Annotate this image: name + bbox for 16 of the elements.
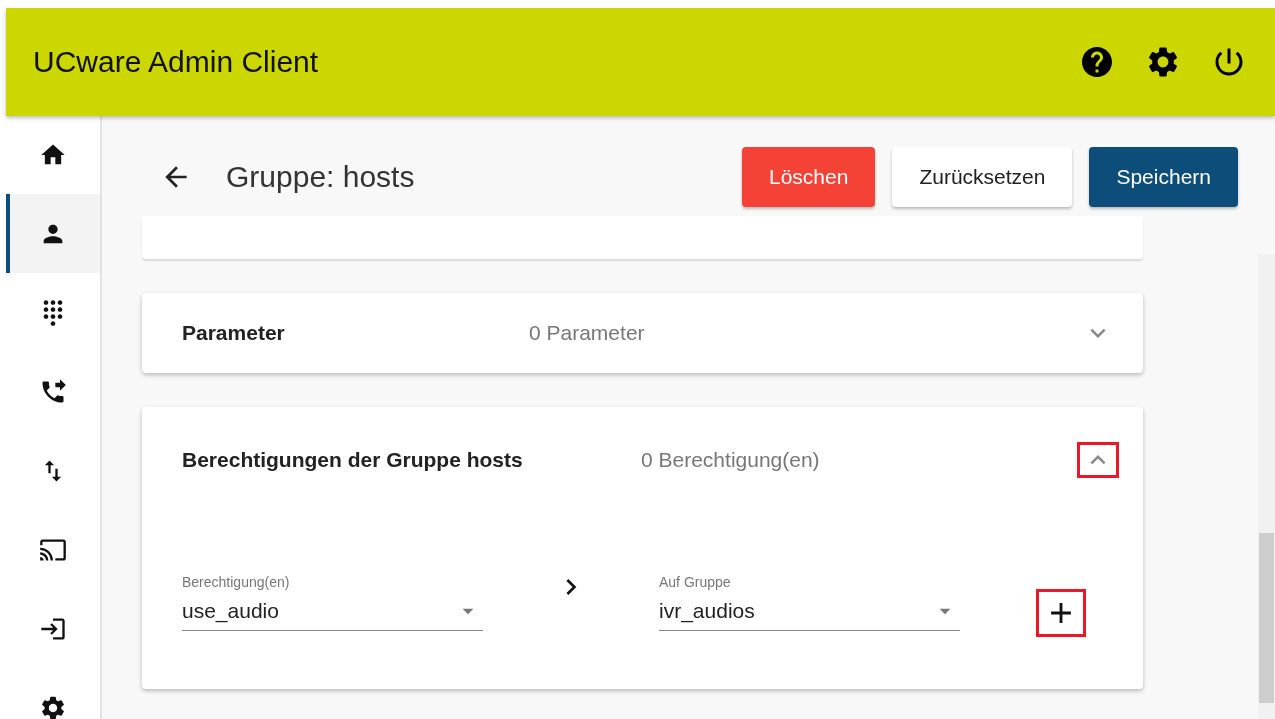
- sidebar-item[interactable]: [6, 194, 100, 273]
- reset-button[interactable]: Zurücksetzen: [892, 147, 1073, 207]
- add-button[interactable]: [1036, 589, 1086, 637]
- panel-title: Parameter: [182, 321, 286, 345]
- select-field[interactable]: Berechtigung(en) use_audio: [182, 574, 483, 631]
- collapse-chevron-icon[interactable]: [1077, 442, 1119, 478]
- select-field[interactable]: Auf Gruppe ivr_audios: [659, 574, 960, 631]
- scrollbar[interactable]: [1258, 254, 1275, 719]
- panel-summary: 0 Parameter: [529, 321, 646, 345]
- delete-button[interactable]: Löschen: [741, 147, 876, 207]
- save-button[interactable]: Speichern: [1089, 147, 1238, 207]
- help-icon[interactable]: [1079, 44, 1115, 80]
- panel-title: Berechtigungen der Gruppe hosts: [182, 448, 524, 472]
- page-title: Gruppe: hosts: [226, 160, 416, 194]
- panel-summary: 0 Berechtigung(en): [641, 448, 821, 472]
- app-title: UCware Admin Client: [33, 45, 320, 79]
